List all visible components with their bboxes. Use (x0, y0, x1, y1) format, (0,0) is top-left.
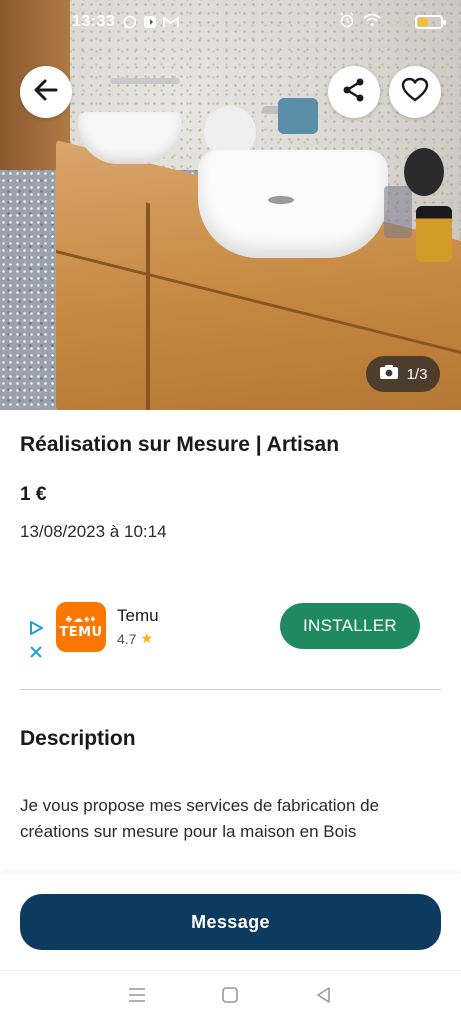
temu-logo-glyphs: ♣☁♠♦ (65, 613, 97, 625)
sponsored-ad[interactable]: ♣☁♠♦ TEMU Temu 4.7 ★ INSTALLER (0, 596, 461, 666)
photo-hairbrush (404, 148, 444, 196)
app-icon (143, 15, 157, 29)
home-button[interactable] (210, 978, 250, 1018)
arrow-left-icon (32, 76, 60, 109)
system-back-button[interactable] (304, 978, 344, 1018)
divider (20, 689, 441, 690)
favorite-button[interactable] (389, 66, 441, 118)
heart-icon (401, 77, 429, 108)
ad-rating-value: 4.7 (117, 630, 137, 647)
install-button[interactable]: INSTALLER (280, 603, 420, 649)
status-bar: 13:33 (0, 0, 461, 44)
status-time: 13:33 (72, 13, 116, 30)
back-triangle-icon (315, 986, 333, 1009)
battery-icon (415, 15, 446, 29)
description-heading: Description (20, 727, 136, 750)
menu-button[interactable] (117, 978, 157, 1018)
listing-photo[interactable] (0, 0, 461, 410)
photo-faucet (110, 78, 180, 84)
listing-date: 13/08/2023 à 10:14 (20, 522, 167, 541)
photo-basin (198, 150, 388, 258)
photo-counter: 1/3 (366, 356, 440, 392)
close-ad-icon[interactable] (29, 645, 43, 664)
listing-price: 1 € (20, 484, 47, 505)
ad-app-name[interactable]: Temu (117, 606, 159, 626)
wifi-icon (363, 13, 381, 32)
gmail-icon (163, 15, 180, 29)
temu-logo-text: TEMU (59, 624, 103, 640)
photo-cup (384, 186, 412, 238)
whatsapp-icon (123, 15, 137, 29)
system-nav-bar (0, 970, 461, 1024)
back-button[interactable] (20, 66, 72, 118)
bottom-action-bar: Message (0, 874, 461, 970)
message-button[interactable]: Message (20, 894, 441, 950)
ad-choices[interactable] (26, 620, 46, 664)
star-icon: ★ (140, 630, 154, 646)
photo-counter-text: 1/3 (406, 365, 428, 383)
menu-icon (128, 987, 146, 1008)
battery-level (418, 18, 428, 26)
photo-towel (278, 98, 318, 134)
home-icon (221, 986, 239, 1009)
alarm-icon (339, 12, 355, 33)
ad-rating: 4.7 ★ (117, 630, 153, 647)
camera-icon (379, 364, 399, 384)
status-notification-icons (123, 15, 180, 29)
photo-perfume-bottle (416, 206, 452, 262)
share-icon (341, 77, 367, 108)
share-button[interactable] (328, 66, 380, 118)
temu-logo[interactable]: ♣☁♠♦ TEMU (56, 602, 106, 652)
description-body: Je vous propose mes services de fabricat… (20, 796, 380, 841)
signal-icon (389, 13, 407, 32)
status-system-icons (339, 12, 446, 33)
listing-title: Réalisation sur Mesure | Artisan (20, 433, 340, 456)
ad-choices-icon[interactable] (28, 620, 44, 641)
